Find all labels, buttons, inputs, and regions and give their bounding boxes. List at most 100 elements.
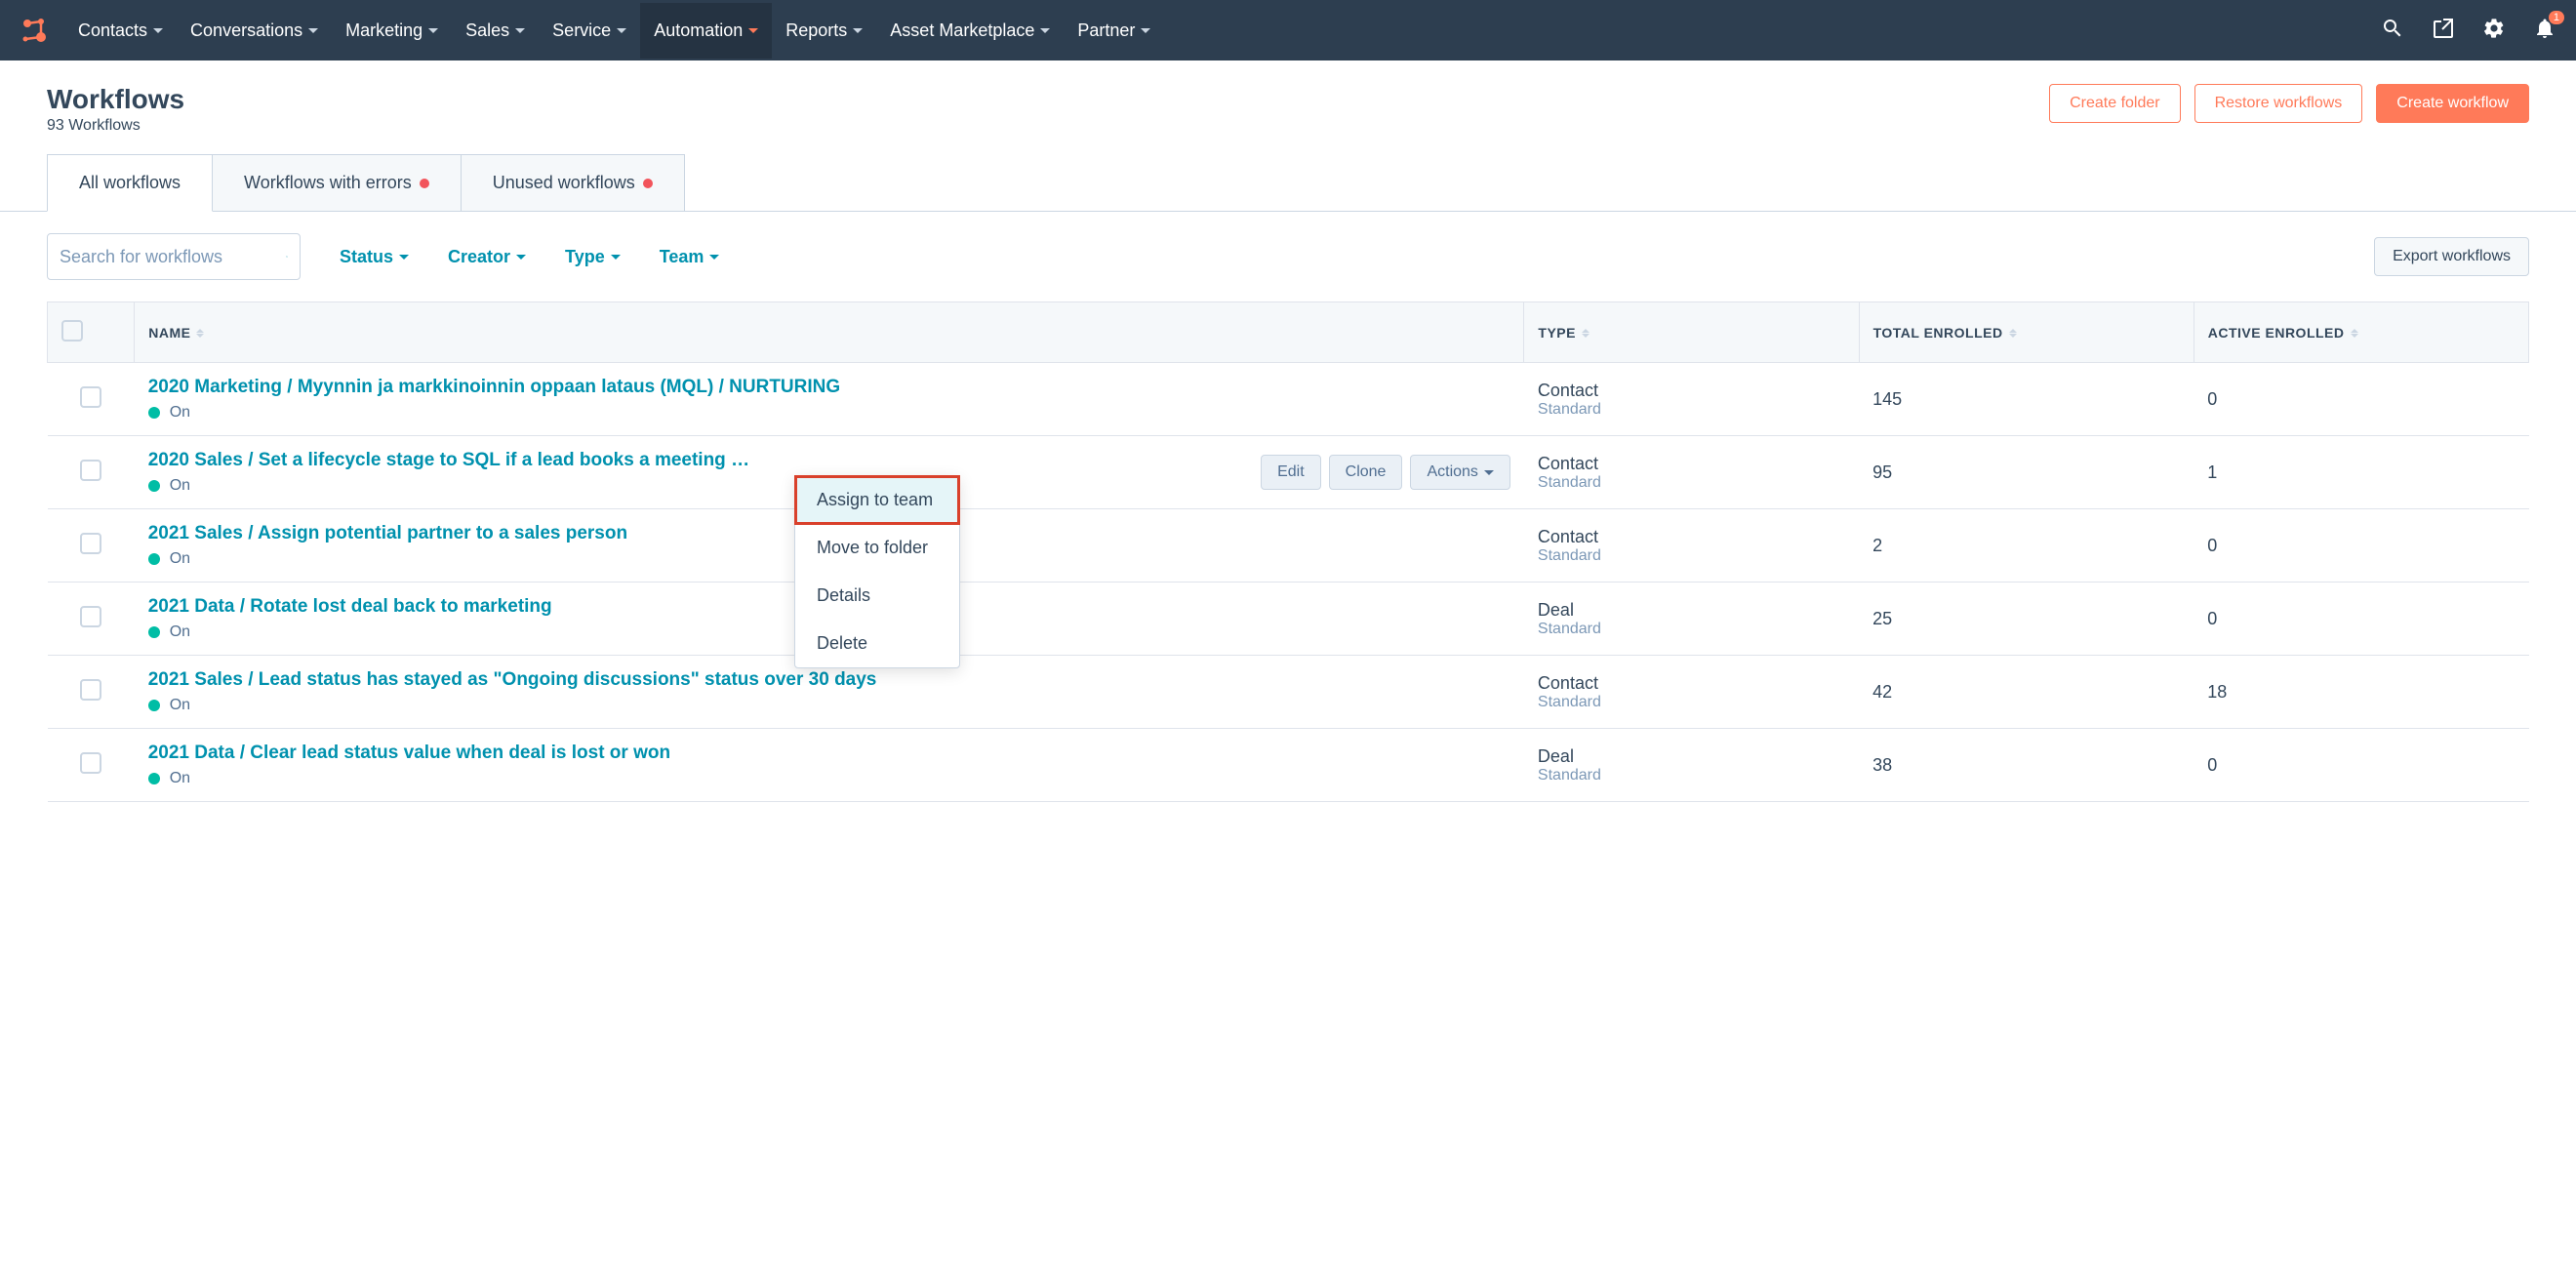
row-checkbox[interactable] [80, 752, 101, 774]
chevron-down-icon [611, 255, 621, 260]
workflow-name-link[interactable]: 2021 Sales / Assign potential partner to… [148, 523, 627, 544]
workflows-table: NAME TYPE TOTAL ENROLLED ACTIVE ENROLLED… [47, 301, 2529, 802]
page-subtitle: 93 Workflows [47, 117, 184, 135]
filter-status[interactable]: Status [340, 247, 409, 267]
total-enrolled: 95 [1859, 436, 2194, 509]
search-icon [286, 246, 288, 267]
sort-icon [1582, 329, 1590, 338]
table-row: 2020 Sales / Set a lifecycle stage to SQ… [48, 436, 2529, 509]
chevron-down-icon [709, 255, 719, 260]
workflow-name-link[interactable]: 2021 Data / Rotate lost deal back to mar… [148, 596, 552, 618]
row-checkbox[interactable] [80, 679, 101, 701]
header-active-enrolled[interactable]: ACTIVE ENROLLED [2194, 302, 2528, 363]
chevron-down-icon [399, 255, 409, 260]
nav-service[interactable]: Service [552, 3, 626, 59]
header-checkbox-cell [48, 302, 135, 363]
nav-conversations[interactable]: Conversations [190, 3, 318, 59]
workflow-type: Deal [1538, 746, 1845, 767]
table-row: 2021 Data / Rotate lost deal back to mar… [48, 583, 2529, 656]
notification-badge: 1 [2549, 11, 2564, 24]
settings-gear-icon[interactable] [2482, 17, 2506, 45]
dropdown-assign-to-team[interactable]: Assign to team [795, 476, 959, 524]
workflow-subtype: Standard [1538, 621, 1845, 638]
table-row: 2020 Marketing / Myynnin ja markkinoinni… [48, 363, 2529, 436]
filter-type[interactable]: Type [565, 247, 621, 267]
edit-button[interactable]: Edit [1261, 455, 1321, 490]
search-icon[interactable] [2381, 17, 2404, 45]
chevron-down-icon [748, 28, 758, 33]
nav-reports[interactable]: Reports [785, 3, 863, 59]
search-input[interactable] [60, 247, 286, 267]
row-checkbox[interactable] [80, 606, 101, 627]
row-checkbox[interactable] [80, 533, 101, 554]
workflow-type: Contact [1538, 673, 1845, 694]
total-enrolled: 42 [1859, 656, 2194, 729]
workflow-name-link[interactable]: 2021 Data / Clear lead status value when… [148, 743, 670, 764]
row-checkbox[interactable] [80, 386, 101, 408]
chevron-down-icon [1040, 28, 1050, 33]
error-dot-icon [643, 179, 653, 188]
workflow-status: On [148, 770, 670, 787]
select-all-checkbox[interactable] [61, 320, 83, 342]
workflow-name-link[interactable]: 2020 Marketing / Myynnin ja markkinoinni… [148, 377, 840, 398]
nav-partner[interactable]: Partner [1077, 3, 1150, 59]
row-actions: Edit Clone Actions [1261, 455, 1510, 490]
nav-contacts[interactable]: Contacts [78, 3, 163, 59]
workflow-status: On [148, 550, 627, 568]
active-enrolled: 0 [2194, 509, 2528, 583]
sort-icon [2009, 329, 2017, 338]
actions-button[interactable]: Actions [1410, 455, 1509, 490]
chevron-down-icon [515, 28, 525, 33]
nav-items: Contacts Conversations Marketing Sales S… [78, 3, 1150, 59]
dropdown-delete[interactable]: Delete [795, 620, 959, 667]
nav-asset-marketplace[interactable]: Asset Marketplace [890, 3, 1050, 59]
tab-workflows-with-errors[interactable]: Workflows with errors [213, 154, 462, 212]
dropdown-move-to-folder[interactable]: Move to folder [795, 524, 959, 572]
row-checkbox[interactable] [80, 460, 101, 481]
header-actions: Create folder Restore workflows Create w… [2049, 84, 2529, 123]
workflow-name-link[interactable]: 2021 Sales / Lead status has stayed as "… [148, 669, 877, 691]
export-workflows-button[interactable]: Export workflows [2374, 237, 2529, 276]
marketplace-icon[interactable] [2432, 17, 2455, 45]
clone-button[interactable]: Clone [1329, 455, 1403, 490]
hubspot-logo-icon[interactable] [20, 16, 49, 45]
tab-all-workflows[interactable]: All workflows [47, 154, 213, 212]
nav-automation[interactable]: Automation [640, 3, 772, 59]
active-enrolled: 0 [2194, 363, 2528, 436]
filter-team[interactable]: Team [660, 247, 720, 267]
header-total-enrolled[interactable]: TOTAL ENROLLED [1859, 302, 2194, 363]
chevron-down-icon [853, 28, 863, 33]
workflow-type: Contact [1538, 527, 1845, 547]
header-type[interactable]: TYPE [1524, 302, 1859, 363]
sort-icon [196, 329, 204, 338]
chevron-down-icon [617, 28, 626, 33]
nav-marketing[interactable]: Marketing [345, 3, 438, 59]
filter-creator[interactable]: Creator [448, 247, 526, 267]
workflow-subtype: Standard [1538, 767, 1845, 784]
workflow-name-link[interactable]: 2020 Sales / Set a lifecycle stage to SQ… [148, 450, 749, 471]
chevron-down-icon [308, 28, 318, 33]
table-row: 2021 Sales / Assign potential partner to… [48, 509, 2529, 583]
tab-unused-workflows[interactable]: Unused workflows [462, 154, 685, 212]
nav-sales[interactable]: Sales [465, 3, 525, 59]
workflow-status: On [148, 404, 840, 422]
total-enrolled: 2 [1859, 509, 2194, 583]
notifications-bell-icon[interactable]: 1 [2533, 17, 2556, 45]
total-enrolled: 25 [1859, 583, 2194, 656]
create-folder-button[interactable]: Create folder [2049, 84, 2181, 123]
chevron-down-icon [516, 255, 526, 260]
active-enrolled: 0 [2194, 729, 2528, 802]
chevron-down-icon [1484, 470, 1494, 475]
restore-workflows-button[interactable]: Restore workflows [2194, 84, 2363, 123]
create-workflow-button[interactable]: Create workflow [2376, 84, 2529, 123]
search-box[interactable] [47, 233, 301, 280]
header-name[interactable]: NAME [135, 302, 1524, 363]
dropdown-details[interactable]: Details [795, 572, 959, 620]
status-label: On [170, 697, 190, 714]
workflow-subtype: Standard [1538, 401, 1845, 419]
status-dot-icon [148, 773, 160, 784]
tabs: All workflows Workflows with errors Unus… [47, 154, 2529, 212]
workflow-subtype: Standard [1538, 694, 1845, 711]
status-label: On [170, 770, 190, 787]
tab-label: All workflows [79, 173, 181, 193]
